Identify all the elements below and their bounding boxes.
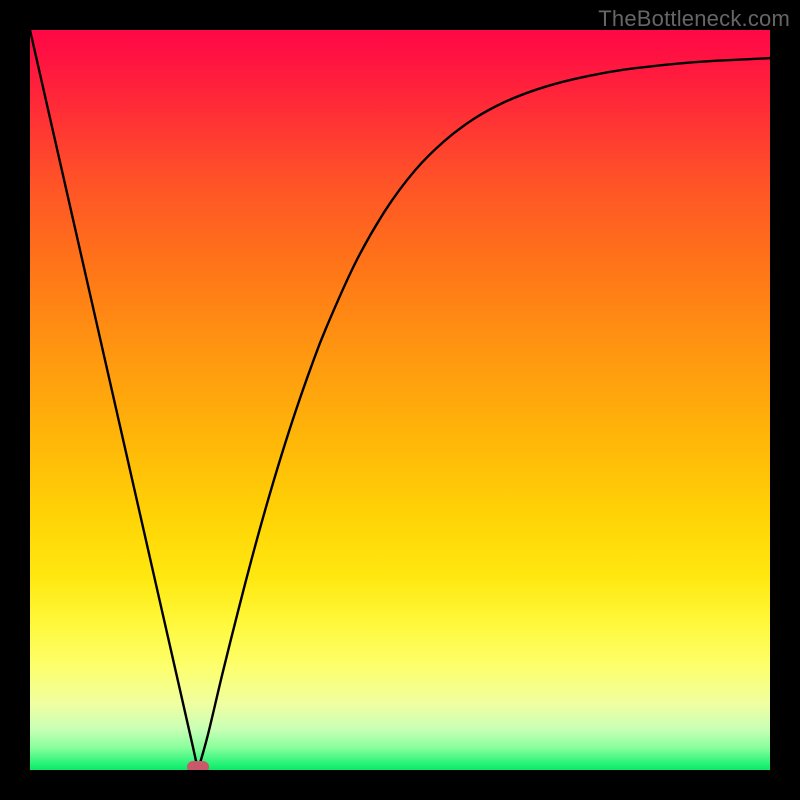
bottleneck-curve (30, 30, 770, 770)
watermark-text: TheBottleneck.com (598, 6, 790, 32)
chart-plot-area (30, 30, 770, 770)
minimum-marker (187, 761, 209, 770)
